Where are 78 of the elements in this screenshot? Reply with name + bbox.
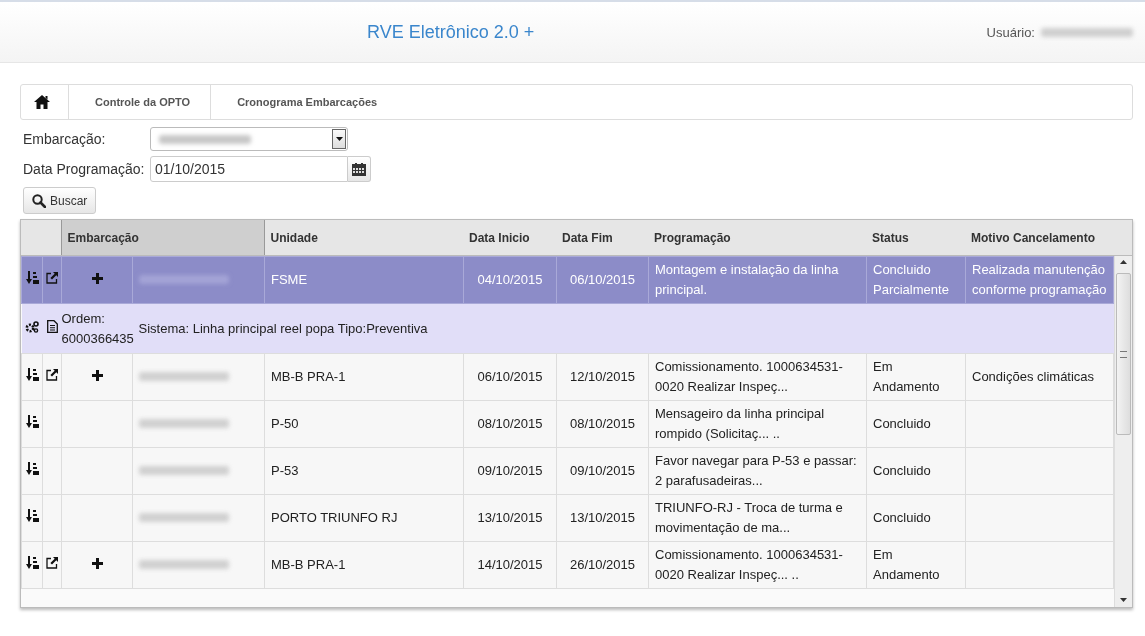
table-cell: 13/10/2015 <box>556 494 649 542</box>
table-cell: Favor navegar para P-53 e passar: 2 parafusadeiras... <box>648 447 867 495</box>
gears-icon <box>25 320 39 333</box>
column-header[interactable]: Programação <box>648 220 866 256</box>
scroll-down-icon[interactable] <box>1120 598 1127 602</box>
external-link-icon[interactable] <box>46 369 58 381</box>
calendar-button[interactable] <box>348 156 371 182</box>
caret-icon <box>335 137 343 141</box>
home-icon <box>34 95 50 109</box>
sort-icon[interactable] <box>25 271 39 284</box>
sort-icon[interactable] <box>25 556 39 569</box>
table-row[interactable]: MB-B PRA-1 14/10/2015 26/10/2015 Comissionamento. 1000634531-0020 Realizar Inspeç... .. Em Andamento <box>21 541 1114 589</box>
table-cell: 09/10/2015 <box>463 447 557 495</box>
table-cell: Condições climáticas <box>965 353 1114 401</box>
column-header[interactable]: Embarcação <box>61 220 264 256</box>
order-number: 6000366435 <box>61 330 134 346</box>
search-icon <box>32 193 46 208</box>
external-link-icon[interactable] <box>46 272 58 284</box>
date-field[interactable]: 01/10/2015 <box>150 156 348 182</box>
calendar-icon <box>352 162 366 176</box>
table-cell: Concluido <box>866 494 966 542</box>
table-cell: 09/10/2015 <box>556 447 649 495</box>
table-cell: Mensageiro da linha principal rompido (Solicitaç... .. <box>648 400 867 448</box>
column-header[interactable]: Unidade <box>264 220 463 256</box>
search-button[interactable]: Buscar <box>23 187 97 214</box>
plus-icon[interactable] <box>91 273 103 284</box>
table-cell: Montagem e instalação da linha principal. <box>648 256 867 304</box>
sort-icon[interactable] <box>25 415 39 428</box>
table-cell: TRIUNFO-RJ - Troca de turma e movimentação de ma... <box>648 494 867 542</box>
scrollbar[interactable] <box>1114 256 1132 607</box>
table-cell: Realizada manutenção conforme programação <box>965 256 1114 304</box>
table-cell: Concluido Parcialmente <box>866 256 966 304</box>
table-cell: MB-B PRA-1 <box>264 541 464 589</box>
table-cell: 26/10/2015 <box>556 541 649 589</box>
table-cell: PORTO TRIUNFO RJ <box>264 494 464 542</box>
sort-icon[interactable] <box>25 368 39 381</box>
detail-text: Sistema: Linha principal reel popa Tipo:Preventiva <box>138 320 428 336</box>
table-cell: 04/10/2015 <box>463 256 557 304</box>
column-header[interactable]: Data Fim <box>556 220 648 256</box>
dropdown-button[interactable] <box>332 129 346 149</box>
table-cell: Em Andamento <box>866 541 966 589</box>
table-cell: Concluido <box>866 447 966 495</box>
table-cell: 06/10/2015 <box>556 256 649 304</box>
app-title: RVE Eletrônico 2.0 + <box>367 21 535 43</box>
table-row[interactable]: P-53 09/10/2015 09/10/2015 Favor navegar para P-53 e passar: 2 parafusadeiras... Concluido <box>21 447 1114 495</box>
column-header[interactable]: Status <box>866 220 965 256</box>
table-cell: 13/10/2015 <box>463 494 557 542</box>
table-cell: 12/10/2015 <box>556 353 649 401</box>
table-cell: 06/10/2015 <box>463 353 557 401</box>
table-cell: MB-B PRA-1 <box>264 353 464 401</box>
table-cell: 08/10/2015 <box>556 400 649 448</box>
table-cell: Concluido <box>866 400 966 448</box>
scroll-up-icon[interactable] <box>1120 260 1127 264</box>
table-cell: Em Andamento <box>866 353 966 401</box>
plus-icon[interactable] <box>91 558 103 569</box>
field-label: Data Programação: <box>23 161 146 177</box>
order-label: Ordem: <box>61 310 105 326</box>
plus-icon[interactable] <box>91 370 103 381</box>
breadcrumb-link[interactable]: Cronograma Embarcações <box>211 85 398 119</box>
external-link-icon[interactable] <box>46 557 58 569</box>
table-cell: 14/10/2015 <box>463 541 557 589</box>
table-row[interactable]: P-50 08/10/2015 08/10/2015 Mensageiro da linha principal rompido (Solicitaç... .. Concluido <box>21 400 1114 448</box>
table-cell: P-50 <box>264 400 464 448</box>
sort-icon[interactable] <box>25 462 39 475</box>
sort-icon[interactable] <box>25 509 39 522</box>
table-cell: Comissionamento. 1000634531-0020 Realizar Inspeç... <box>648 353 867 401</box>
table-cell: Comissionamento. 1000634531-0020 Realizar Inspeç... .. <box>648 541 867 589</box>
document-icon <box>46 319 58 333</box>
table-cell: P-53 <box>264 447 464 495</box>
column-header[interactable]: Data Inicio <box>463 220 556 256</box>
field-label: Embarcação: <box>23 131 107 147</box>
table-cell: FSME <box>264 256 464 304</box>
table-row[interactable]: MB-B PRA-1 06/10/2015 12/10/2015 Comissionamento. 1000634531-0020 Realizar Inspeç... Em Andamento Condições climáticas <box>21 353 1114 401</box>
breadcrumb-link[interactable]: Controle da OPTO <box>69 85 212 119</box>
table-row[interactable]: PORTO TRIUNFO RJ 13/10/2015 13/10/2015 TRIUNFO-RJ - Troca de turma e movimentação de ma... Concluido <box>21 494 1114 542</box>
user-label: Usuário: <box>986 24 1035 40</box>
table-cell: 08/10/2015 <box>463 400 557 448</box>
column-header[interactable]: Motivo Cancelamento <box>965 220 1132 256</box>
